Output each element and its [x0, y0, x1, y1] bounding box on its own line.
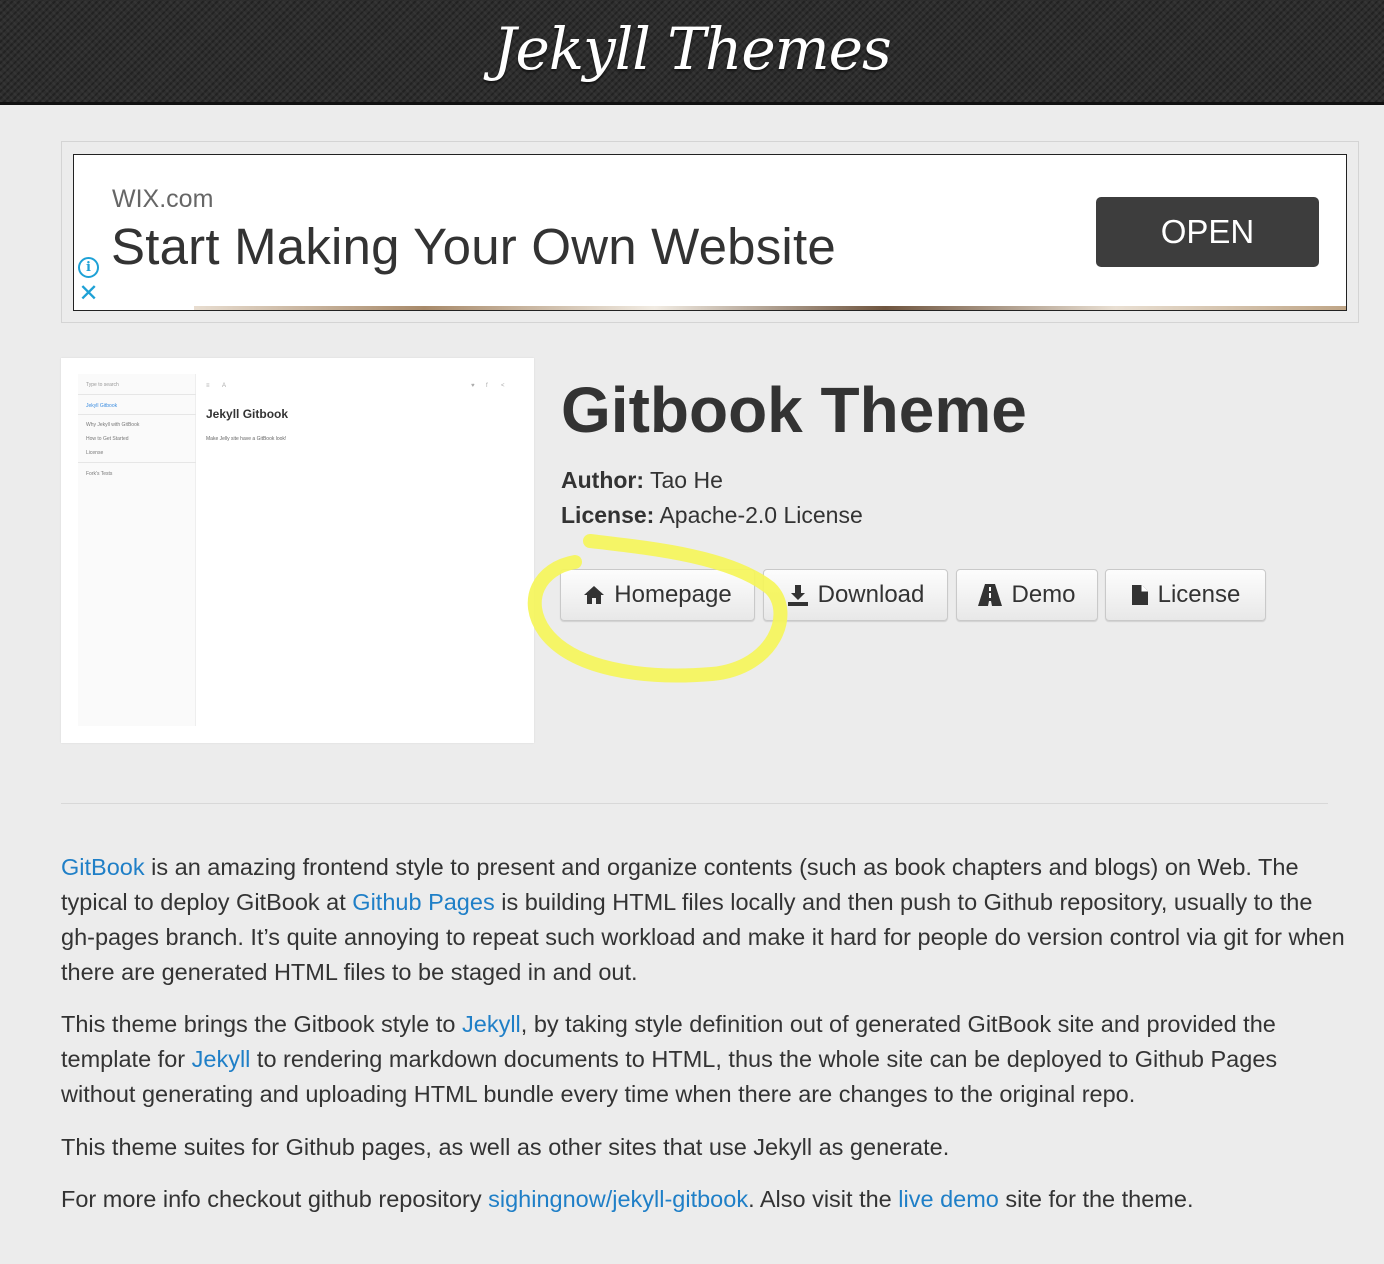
ad-headline[interactable]: Start Making Your Own Website: [111, 217, 836, 276]
preview-sidebar: Type to search Jekyll Gitbook Why Jekyll…: [78, 374, 196, 726]
author-label: Author:: [561, 467, 645, 493]
site-header: Jekyll Themes: [0, 0, 1384, 105]
description-paragraph-1: GitBook is an amazing frontend style to …: [61, 854, 1345, 985]
homepage-button[interactable]: Homepage: [560, 569, 755, 621]
ad-open-button[interactable]: OPEN: [1096, 197, 1319, 267]
preview-share-icon: <: [501, 383, 505, 389]
download-button[interactable]: Download: [763, 569, 948, 621]
jekyll-link-2[interactable]: Jekyll: [192, 1046, 251, 1072]
page-title: Gitbook Theme: [561, 374, 1027, 446]
home-icon: [584, 586, 605, 604]
author-value: Tao He: [650, 467, 723, 493]
license-line: License: Apache-2.0 License: [561, 502, 863, 529]
road-icon: [978, 584, 1003, 606]
gitbook-link[interactable]: GitBook: [61, 854, 145, 880]
description-paragraph-3: This theme suites for Github pages, as w…: [61, 1134, 950, 1160]
jekyll-link[interactable]: Jekyll: [462, 1011, 521, 1037]
homepage-button-label: Homepage: [614, 581, 732, 608]
info-icon[interactable]: i: [78, 257, 99, 278]
license-value: Apache-2.0 License: [659, 502, 863, 528]
demo-button[interactable]: Demo: [956, 569, 1098, 621]
license-button[interactable]: License: [1105, 569, 1266, 621]
preview-menu-icon: ≡: [206, 383, 210, 389]
section-divider: [61, 803, 1328, 804]
description-paragraph-4: For more info checkout github repository…: [61, 1186, 1194, 1212]
repo-link[interactable]: sighingnow/jekyll-gitbook: [488, 1186, 748, 1212]
github-pages-link[interactable]: Github Pages: [352, 889, 494, 915]
author-line: Author: Tao He: [561, 467, 723, 494]
file-icon: [1131, 585, 1148, 605]
demo-button-label: Demo: [1011, 581, 1076, 608]
description-paragraph-2: This theme brings the Gitbook style to J…: [61, 1011, 1278, 1107]
site-title-link[interactable]: Jekyll Themes: [493, 15, 891, 83]
live-demo-link[interactable]: live demo: [898, 1186, 999, 1212]
preview-nav-item: Jekyll Gitbook: [86, 403, 118, 409]
theme-preview-image: Type to search Jekyll Gitbook Why Jekyll…: [61, 358, 534, 743]
download-button-label: Download: [817, 581, 925, 608]
preview-search: Type to search: [86, 382, 119, 388]
preview-font-icon: A: [222, 383, 227, 389]
preview-nav-item: How to Get Started: [86, 436, 129, 442]
ad-banner[interactable]: WIX.com Start Making Your Own Website OP…: [73, 154, 1347, 311]
preview-share-icon: ♥: [471, 383, 475, 389]
license-label: License:: [561, 502, 655, 528]
preview-nav-item: License: [86, 450, 104, 456]
preview-nav-item: Why Jekyll with GitBook: [86, 422, 140, 428]
preview-title: Jekyll Gitbook: [206, 407, 289, 421]
close-icon[interactable]: ✕: [78, 282, 99, 306]
license-button-label: License: [1157, 581, 1241, 608]
ad-brand: WIX.com: [112, 185, 214, 213]
preview-nav-item: Fork's Tests: [86, 471, 113, 477]
preview-subtitle: Make Jelly site have a GitBook look!: [206, 436, 287, 442]
download-icon: [787, 585, 808, 606]
preview-share-icon: f: [486, 383, 488, 389]
